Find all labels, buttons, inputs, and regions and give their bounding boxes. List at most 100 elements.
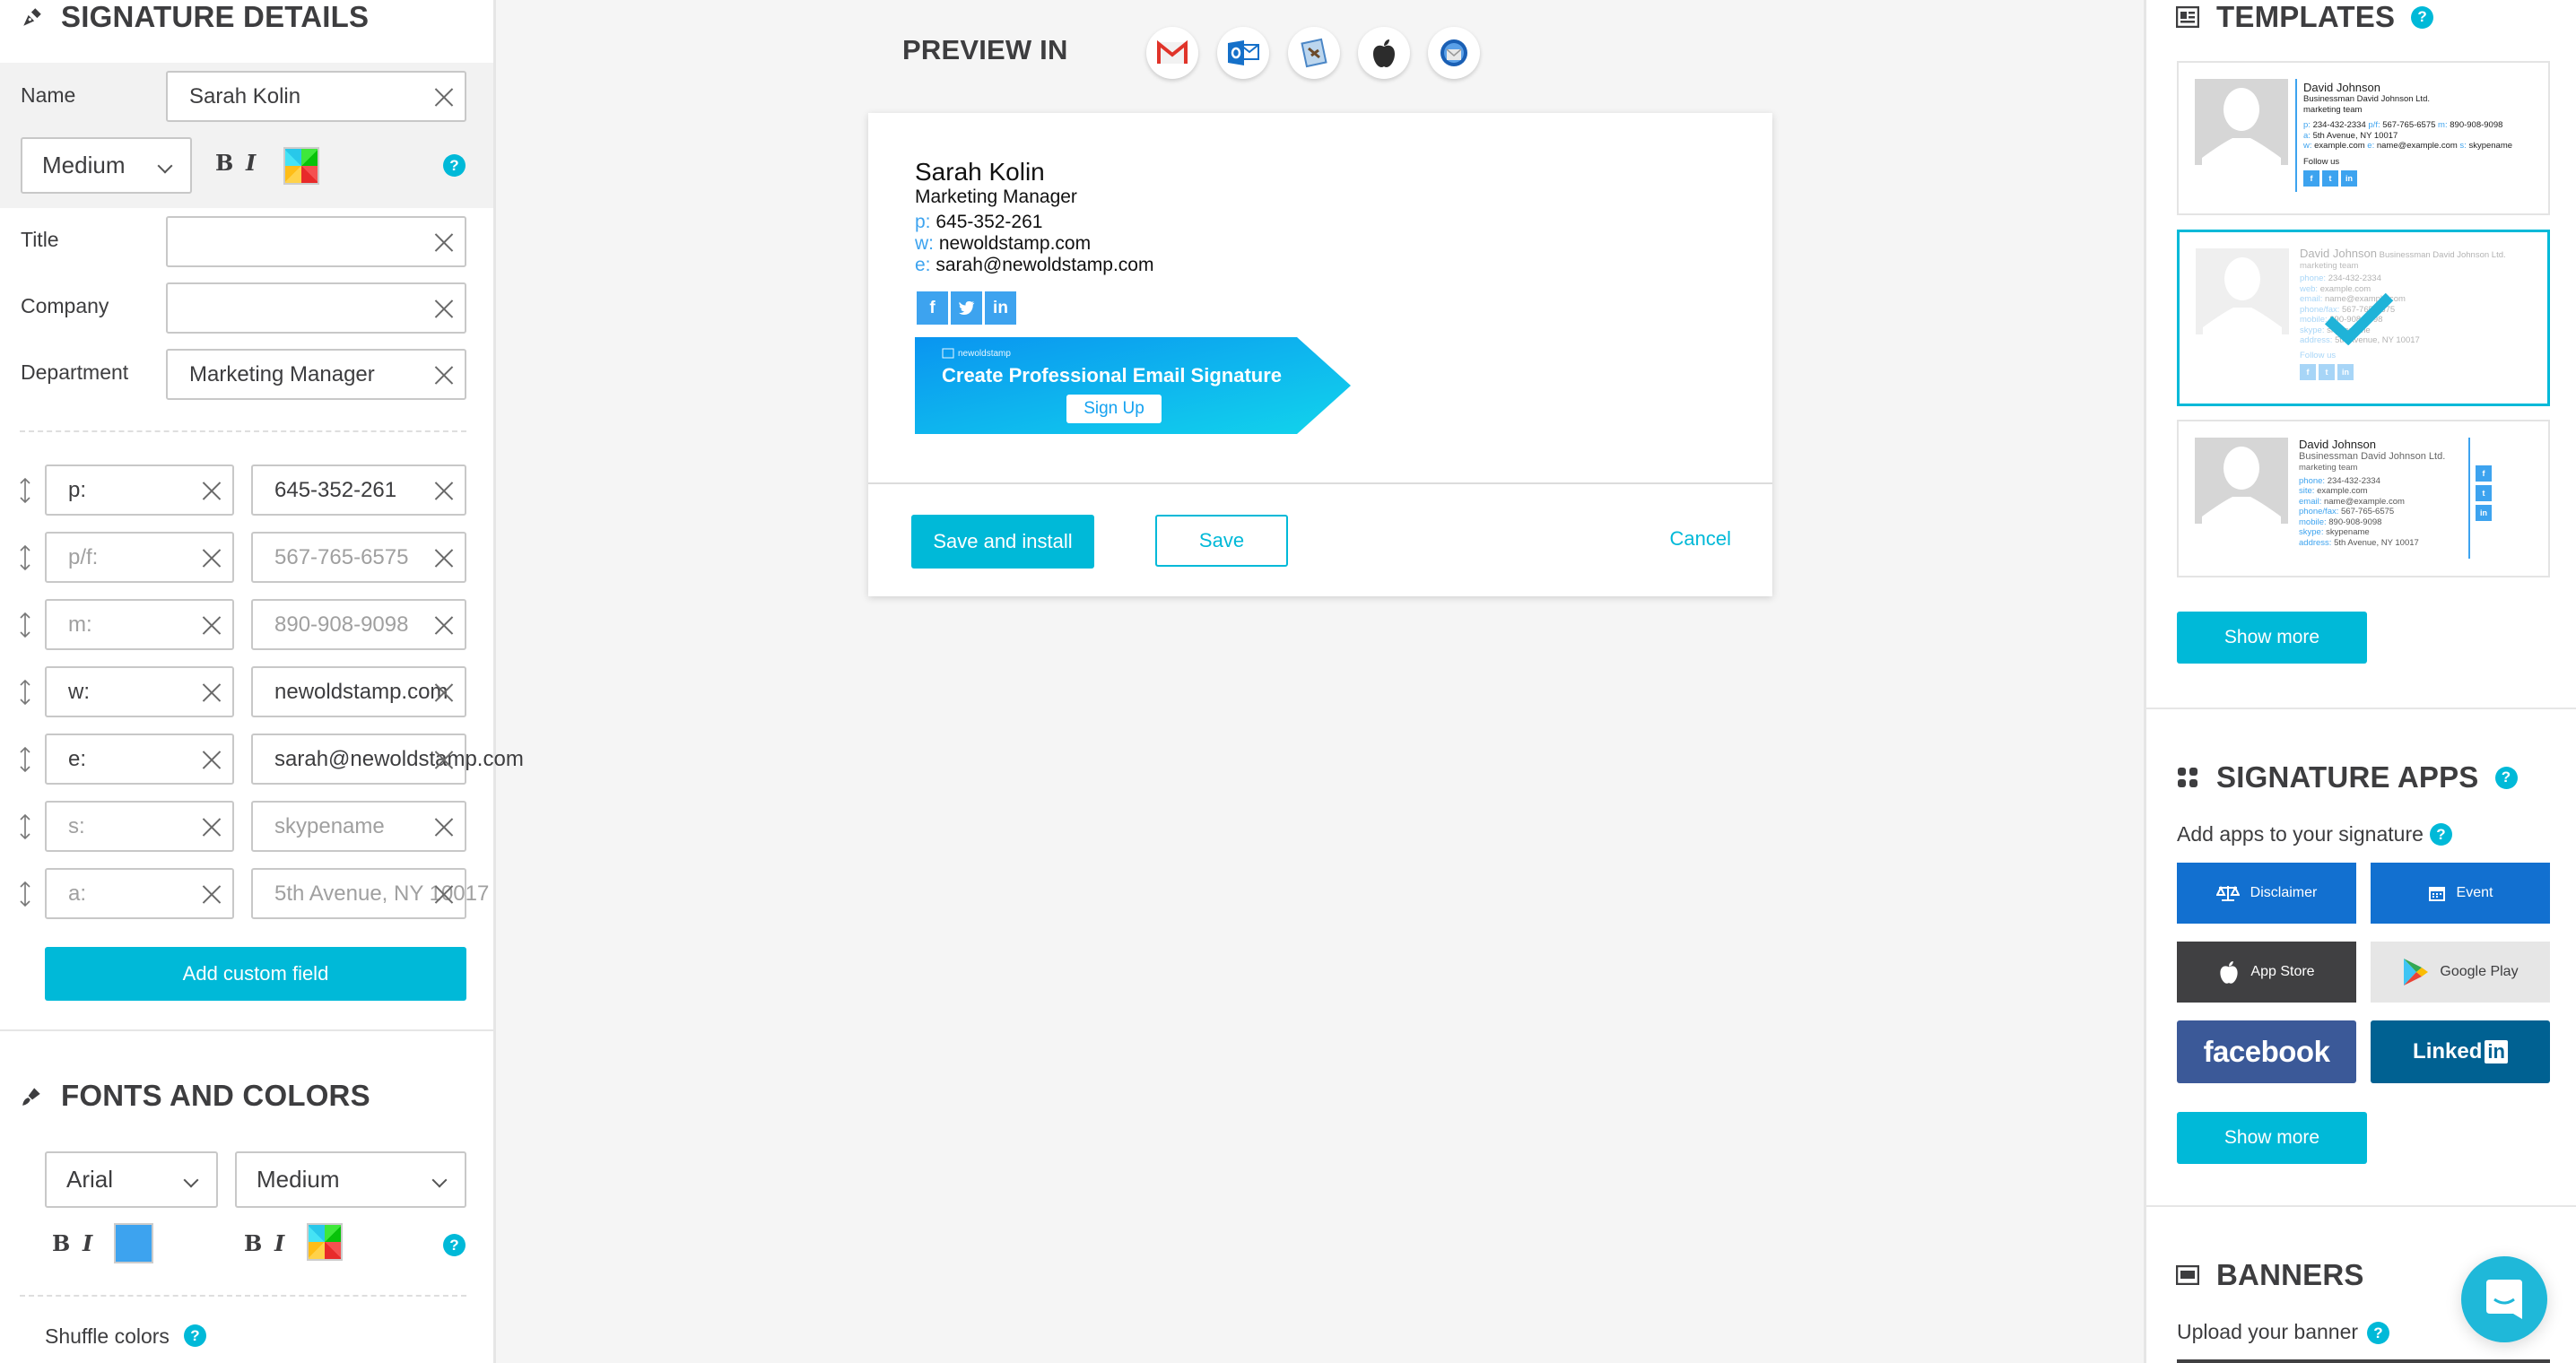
- primary-color-picker[interactable]: [114, 1223, 153, 1263]
- save-button[interactable]: Save: [1155, 515, 1288, 567]
- save-and-install-button[interactable]: Save and install: [911, 515, 1094, 569]
- gmail-preview-button[interactable]: [1146, 27, 1198, 79]
- clear-icon[interactable]: [202, 481, 222, 500]
- font-family-select[interactable]: Arial: [45, 1151, 218, 1208]
- clear-icon[interactable]: [202, 884, 222, 904]
- facebook-icon[interactable]: f: [917, 291, 948, 325]
- help-icon[interactable]: ?: [2430, 823, 2452, 846]
- drag-handle-icon[interactable]: [19, 612, 31, 638]
- twitter-icon[interactable]: [951, 291, 982, 325]
- banner-upload-area[interactable]: [2177, 1359, 2550, 1363]
- clear-icon[interactable]: [434, 87, 454, 107]
- contact-value-input[interactable]: newoldstamp.com: [251, 666, 466, 717]
- add-custom-field-button[interactable]: Add custom field: [45, 947, 466, 1001]
- drag-handle-icon[interactable]: [19, 544, 31, 571]
- contact-prefix-input[interactable]: p/f:: [45, 532, 234, 583]
- clear-icon[interactable]: [434, 365, 454, 385]
- secondary-bold-toggle[interactable]: B: [244, 1230, 262, 1256]
- clear-icon[interactable]: [202, 817, 222, 837]
- brush-icon: [20, 1083, 45, 1108]
- promo-banner[interactable]: newoldstamp Create Professional Email Si…: [915, 337, 1351, 434]
- clear-icon[interactable]: [434, 750, 454, 769]
- help-icon[interactable]: ?: [2494, 766, 2518, 789]
- disclaimer-app-button[interactable]: Disclaimer: [2177, 863, 2356, 924]
- clear-icon[interactable]: [202, 548, 222, 568]
- apple-mail-preview-button[interactable]: [1288, 27, 1340, 79]
- name-input[interactable]: Sarah Kolin: [166, 71, 466, 122]
- help-icon[interactable]: ?: [443, 154, 466, 177]
- clear-icon[interactable]: [434, 682, 454, 702]
- drag-handle-icon[interactable]: [19, 746, 31, 773]
- title-label: Title: [21, 228, 59, 251]
- contact-value-input[interactable]: 645-352-261: [251, 464, 466, 516]
- contact-prefix-input[interactable]: w:: [45, 666, 234, 717]
- secondary-italic-toggle[interactable]: I: [274, 1230, 284, 1256]
- clear-icon[interactable]: [434, 817, 454, 837]
- scales-icon: [2215, 885, 2240, 901]
- signature-phone: p: 645-352-261: [915, 212, 1043, 232]
- chat-widget-button[interactable]: [2461, 1256, 2547, 1342]
- cancel-link[interactable]: Cancel: [1670, 527, 1731, 551]
- outlook-icon: [1228, 40, 1259, 65]
- secondary-color-picker[interactable]: [307, 1223, 343, 1261]
- contact-value-input[interactable]: 567-765-6575: [251, 532, 466, 583]
- template-card[interactable]: David Johnson Businessman David Johnson …: [2177, 61, 2550, 215]
- template-card[interactable]: David Johnson Businessman David Johnson L…: [2177, 420, 2550, 577]
- bold-toggle[interactable]: B: [52, 1230, 70, 1256]
- templates-show-more-button[interactable]: Show more: [2177, 612, 2367, 664]
- drag-handle-icon[interactable]: [19, 679, 31, 706]
- name-bold-toggle[interactable]: B: [215, 150, 233, 176]
- linkedin-app-button[interactable]: Linked in: [2371, 1020, 2550, 1083]
- department-input[interactable]: Marketing Manager: [166, 349, 466, 400]
- contact-value-input[interactable]: skypename: [251, 801, 466, 852]
- help-icon[interactable]: ?: [2411, 5, 2434, 29]
- drag-handle-icon[interactable]: [19, 477, 31, 504]
- clear-icon[interactable]: [202, 615, 222, 635]
- contact-value-input[interactable]: 890-908-9098: [251, 599, 466, 650]
- clear-icon[interactable]: [434, 299, 454, 318]
- contact-prefix-input[interactable]: p:: [45, 464, 234, 516]
- contact-value-input[interactable]: sarah@newoldstamp.com: [251, 734, 524, 785]
- event-app-button[interactable]: Event: [2371, 863, 2550, 924]
- divider: [868, 482, 1772, 484]
- contact-prefix-input[interactable]: a:: [45, 868, 234, 919]
- font-size-select[interactable]: Medium: [235, 1151, 466, 1208]
- app-store-app-button[interactable]: App Store: [2177, 942, 2356, 1003]
- help-icon[interactable]: ?: [443, 1234, 466, 1256]
- clear-icon[interactable]: [434, 615, 454, 635]
- drag-handle-icon[interactable]: [19, 813, 31, 840]
- clear-icon[interactable]: [434, 232, 454, 252]
- contact-prefix-input[interactable]: m:: [45, 599, 234, 650]
- help-icon[interactable]: ?: [184, 1324, 206, 1347]
- preview-in-label: PREVIEW IN: [902, 34, 1068, 65]
- template-card-selected[interactable]: David Johnson Businessman David Johnson …: [2177, 230, 2550, 406]
- name-italic-toggle[interactable]: I: [246, 150, 256, 176]
- google-play-app-button[interactable]: Google Play: [2371, 942, 2550, 1003]
- banner-signup-button[interactable]: Sign Up: [1066, 395, 1162, 423]
- italic-toggle[interactable]: I: [83, 1230, 92, 1256]
- apple-preview-button[interactable]: [1358, 27, 1410, 79]
- apps-show-more-button[interactable]: Show more: [2177, 1112, 2367, 1164]
- contact-prefix-input[interactable]: s:: [45, 801, 234, 852]
- banners-title: BANNERS: [2216, 1258, 2364, 1291]
- name-color-picker[interactable]: [283, 147, 319, 185]
- name-size-select[interactable]: Medium: [21, 137, 192, 194]
- thunderbird-preview-button[interactable]: [1428, 27, 1480, 79]
- clear-icon[interactable]: [202, 682, 222, 702]
- drag-handle-icon[interactable]: [19, 881, 31, 907]
- clear-icon[interactable]: [202, 750, 222, 769]
- help-icon[interactable]: ?: [2367, 1322, 2389, 1344]
- linkedin-icon[interactable]: in: [985, 291, 1016, 325]
- outlook-preview-button[interactable]: [1217, 27, 1269, 79]
- templates-header: TEMPLATES ?: [2175, 0, 2434, 34]
- avatar-placeholder: [2195, 438, 2288, 524]
- company-input[interactable]: [166, 282, 466, 334]
- clear-icon[interactable]: [434, 884, 454, 904]
- clear-icon[interactable]: [434, 548, 454, 568]
- contact-prefix-input[interactable]: e:: [45, 734, 234, 785]
- title-input[interactable]: [166, 216, 466, 267]
- clear-icon[interactable]: [434, 481, 454, 500]
- contact-value-input[interactable]: 5th Avenue, NY 10017: [251, 868, 489, 919]
- facebook-app-button[interactable]: facebook: [2177, 1020, 2356, 1083]
- thunderbird-icon: [1440, 39, 1467, 66]
